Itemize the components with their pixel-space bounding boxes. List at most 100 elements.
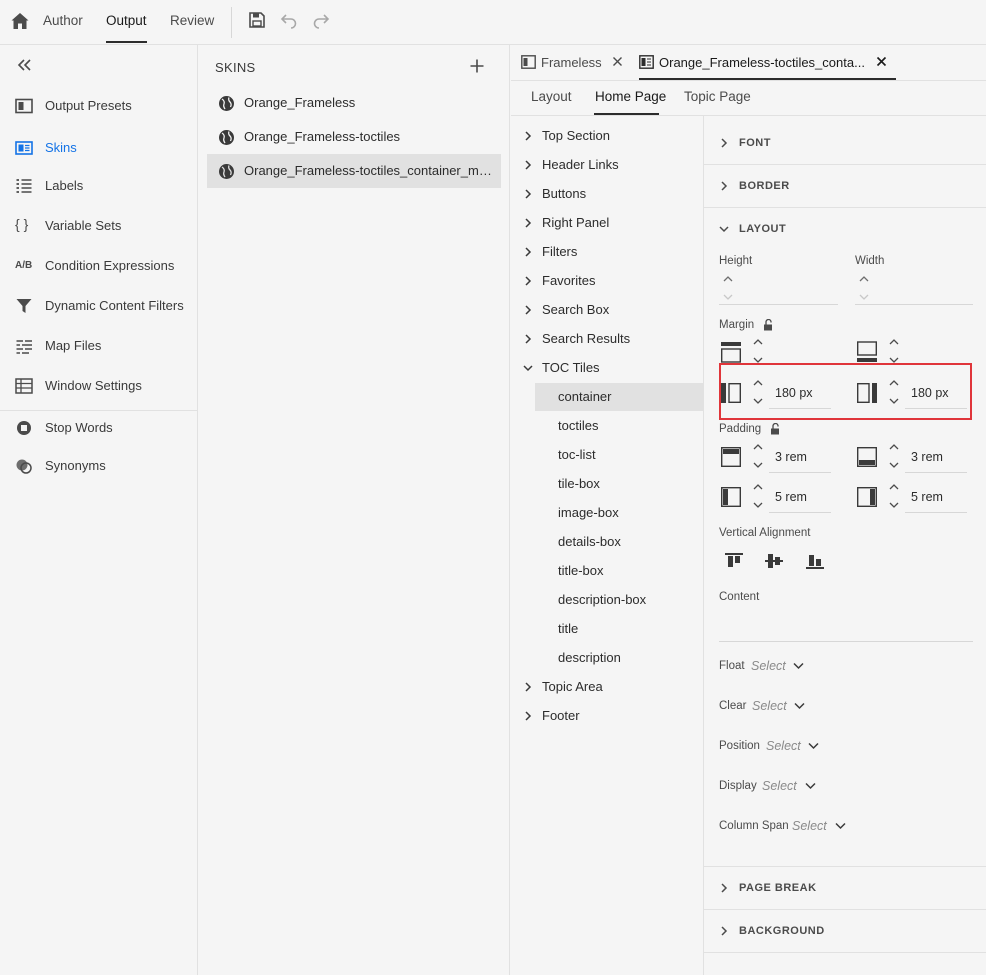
padding-top-field[interactable] — [769, 472, 831, 473]
divider — [703, 116, 704, 975]
padding-left-field[interactable] — [769, 512, 831, 513]
tree-child-container[interactable]: container — [535, 383, 703, 411]
tab-output[interactable]: Output — [106, 13, 147, 28]
tree-child-label: description — [558, 650, 621, 665]
padding-top-stepper[interactable] — [752, 443, 764, 469]
tab-review[interactable]: Review — [170, 13, 214, 28]
display-select[interactable]: Select — [762, 779, 797, 793]
column-span-select[interactable]: Select — [792, 819, 827, 833]
chevron-down-icon[interactable] — [793, 662, 804, 670]
tree-child-title[interactable]: title — [535, 615, 703, 643]
skin-item[interactable]: Orange_Frameless-toctiles — [207, 120, 501, 154]
section-border[interactable]: BORDER — [716, 176, 976, 196]
skins-icon — [15, 141, 33, 155]
margin-top-stepper[interactable] — [752, 338, 764, 364]
tab-layout[interactable]: Layout — [531, 89, 572, 104]
nav-item-map-files[interactable]: Map Files — [0, 332, 197, 360]
tab-author[interactable]: Author — [43, 13, 83, 28]
section-background[interactable]: BACKGROUND — [716, 921, 976, 941]
nav-item-synonyms[interactable]: Synonyms — [0, 452, 197, 480]
height-stepper[interactable] — [722, 275, 734, 301]
padding-bottom-value[interactable]: 3 rem — [911, 450, 943, 464]
tab-topic-page[interactable]: Topic Page — [684, 89, 751, 104]
tree-child-details-box[interactable]: details-box — [535, 528, 703, 556]
section-label: LAYOUT — [739, 223, 787, 235]
margin-label: Margin — [719, 319, 755, 331]
width-stepper[interactable] — [858, 275, 870, 301]
padding-top-value[interactable]: 3 rem — [775, 450, 807, 464]
chevron-down-icon[interactable] — [794, 702, 805, 710]
redo-icon[interactable] — [312, 11, 330, 29]
tree-child-description-box[interactable]: description-box — [535, 586, 703, 614]
chevron-down-icon[interactable] — [808, 742, 819, 750]
tree-item-header-links[interactable]: Header Links — [511, 151, 701, 180]
tree-child-toctiles[interactable]: toctiles — [535, 412, 703, 440]
padding-left-value[interactable]: 5 rem — [775, 490, 807, 504]
tree-child-image-box[interactable]: image-box — [535, 499, 703, 527]
padding-bottom-field[interactable] — [905, 472, 967, 473]
align-bottom-icon[interactable] — [805, 552, 825, 570]
undo-icon[interactable] — [280, 11, 298, 29]
add-icon[interactable] — [469, 58, 485, 74]
section-font[interactable]: FONT — [716, 133, 976, 153]
unlock-icon[interactable] — [770, 423, 782, 435]
skin-item[interactable]: Orange_Frameless — [207, 86, 501, 120]
position-label: Position — [719, 740, 760, 752]
tree-item-filters[interactable]: Filters — [511, 238, 701, 267]
section-layout[interactable]: LAYOUT — [716, 219, 976, 239]
padding-bottom-stepper[interactable] — [888, 443, 900, 469]
nav-item-dynamic-content-filters[interactable]: Dynamic Content Filters — [0, 292, 197, 320]
nav-item-label: Condition Expressions — [45, 258, 175, 273]
margin-bottom-stepper[interactable] — [888, 338, 900, 364]
divider — [511, 115, 986, 116]
width-field[interactable] — [855, 304, 973, 305]
nav-item-window-settings[interactable]: Window Settings — [0, 372, 197, 400]
tree-item-search-results[interactable]: Search Results — [511, 325, 701, 354]
close-icon[interactable] — [876, 56, 887, 67]
nav-item-stop-words[interactable]: Stop Words — [0, 414, 197, 442]
tree-item-search-box[interactable]: Search Box — [511, 296, 701, 325]
vertical-alignment-label: Vertical Alignment — [719, 527, 811, 539]
tree-item-buttons[interactable]: Buttons — [511, 180, 701, 209]
tree-item-toc-tiles[interactable]: TOC Tiles — [511, 354, 701, 383]
align-top-icon[interactable] — [724, 552, 744, 570]
nav-item-output-presets[interactable]: Output Presets — [0, 92, 197, 120]
chevron-down-icon[interactable] — [805, 782, 816, 790]
section-page-break[interactable]: PAGE BREAK — [716, 878, 976, 898]
tree-child-tile-box[interactable]: tile-box — [535, 470, 703, 498]
doc-tab-orange-frameless-toctiles-container[interactable]: Orange_Frameless-toctiles_conta... — [639, 45, 896, 80]
tree-item-topic-area[interactable]: Topic Area — [511, 673, 701, 702]
tree-item-right-panel[interactable]: Right Panel — [511, 209, 701, 238]
close-icon[interactable] — [612, 56, 623, 67]
unlock-icon[interactable] — [763, 319, 775, 331]
position-select[interactable]: Select — [766, 739, 801, 753]
nav-item-labels[interactable]: Labels — [0, 172, 197, 200]
home-icon[interactable] — [10, 11, 30, 31]
chevron-down-icon[interactable] — [835, 822, 846, 830]
nav-item-skins[interactable]: Skins — [0, 134, 197, 162]
tree-child-description[interactable]: description — [535, 644, 703, 672]
content-field[interactable] — [719, 641, 973, 642]
padding-right-stepper[interactable] — [888, 483, 900, 509]
tree-child-toc-list[interactable]: toc-list — [535, 441, 703, 469]
height-field[interactable] — [719, 304, 838, 305]
tree-child-title-box[interactable]: title-box — [535, 557, 703, 585]
chevron-right-icon — [525, 305, 532, 315]
nav-item-variable-sets[interactable]: { } Variable Sets — [0, 212, 197, 240]
skin-item-selected[interactable]: Orange_Frameless-toctiles_container_mar.… — [207, 154, 501, 188]
padding-right-field[interactable] — [905, 512, 967, 513]
clear-select[interactable]: Select — [752, 699, 787, 713]
tree-item-footer[interactable]: Footer — [511, 702, 701, 731]
nav-item-condition-expressions[interactable]: A/B Condition Expressions — [0, 252, 197, 280]
align-middle-icon[interactable] — [764, 552, 784, 570]
save-icon[interactable] — [248, 11, 266, 29]
doc-tab-frameless[interactable]: Frameless — [521, 45, 633, 80]
tab-home-page[interactable]: Home Page — [595, 89, 666, 104]
collapse-panel-icon[interactable] — [16, 58, 34, 72]
divider — [704, 207, 986, 208]
float-select[interactable]: Select — [751, 659, 786, 673]
tree-item-top-section[interactable]: Top Section — [511, 122, 701, 151]
tree-item-favorites[interactable]: Favorites — [511, 267, 701, 296]
padding-right-value[interactable]: 5 rem — [911, 490, 943, 504]
padding-left-stepper[interactable] — [752, 483, 764, 509]
